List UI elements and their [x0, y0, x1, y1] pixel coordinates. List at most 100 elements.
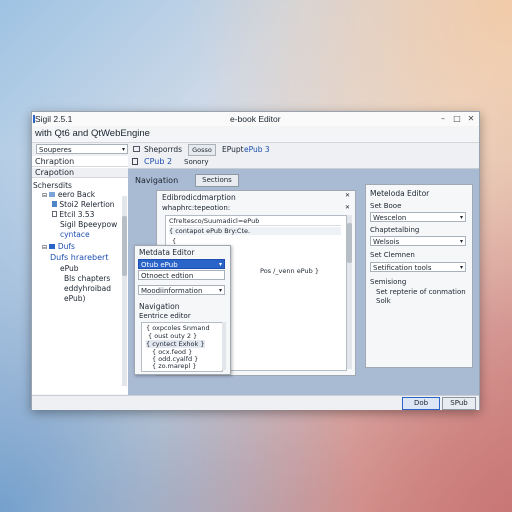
- tree-item-label: cyntace: [60, 230, 90, 239]
- chevron-down-icon: ▾: [218, 287, 222, 294]
- tree-item[interactable]: ePub: [60, 264, 79, 273]
- navigation-label: Navigation: [135, 176, 179, 185]
- window-subtitle-center: e-book Editor: [230, 114, 281, 124]
- tree-scrollbar[interactable]: [122, 196, 127, 386]
- file-icon: [52, 201, 57, 207]
- status-bar: Dob SPub: [32, 395, 479, 410]
- pane-header-2[interactable]: Crapotion: [32, 168, 128, 178]
- title-bar: Sigil 2.5.1 e-book Editor – □ ✕: [32, 112, 479, 126]
- popup-title: Metdata Editor: [139, 248, 195, 257]
- grid-icon: [133, 146, 140, 152]
- close-icon[interactable]: ✕: [345, 204, 350, 211]
- tree-item-label: ePub): [64, 294, 86, 303]
- tree-item-label: ePub: [60, 264, 79, 273]
- field-label: Semisiong: [370, 278, 407, 286]
- collapse-icon: ⊟: [42, 192, 48, 199]
- popup-combo-1[interactable]: Otub ePub ▾: [138, 259, 225, 269]
- popup-combo-2[interactable]: Otnoect edtion: [138, 270, 225, 280]
- popup-nav-sub: Eentrice editor: [139, 312, 191, 320]
- scrollbar-thumb[interactable]: [347, 223, 352, 263]
- toolbar-button[interactable]: Gosso: [188, 144, 216, 156]
- popup-combo-3-value: Moodiinformation: [141, 287, 203, 295]
- tree-item[interactable]: ePub): [64, 294, 85, 303]
- tree-item-label: Stoi2 Relertion: [59, 200, 115, 209]
- tree-item[interactable]: Bls chapters: [64, 274, 110, 283]
- right-combo-2-value: Welsois: [373, 238, 400, 246]
- sections-button[interactable]: Sections: [195, 174, 239, 187]
- panel-title: Edibrodicdmarption: [162, 193, 236, 202]
- tree-item-label: Dufs: [57, 242, 75, 251]
- tree-item[interactable]: eddyhroibad: [64, 284, 111, 293]
- close-icon[interactable]: ✕: [345, 192, 350, 199]
- pane-header-1: Chraption: [32, 157, 128, 167]
- tree-item[interactable]: Dufs hrarebert: [50, 253, 108, 262]
- chevron-down-icon: ▾: [459, 264, 463, 271]
- document-icon: [132, 158, 138, 165]
- code-line: { cyntect Exhok }: [146, 340, 205, 348]
- tree-item[interactable]: Etcil 3.53: [52, 210, 94, 219]
- popup-scrollbar[interactable]: [222, 322, 226, 370]
- popup-combo-3[interactable]: Moodiinformation ▾: [138, 285, 225, 295]
- code-line: {: [172, 237, 177, 245]
- tree-header: Schersdits: [33, 181, 72, 190]
- tree-item[interactable]: cyntace: [60, 230, 90, 239]
- code-line: { oxpcoles Snmand: [146, 324, 210, 332]
- code-line: Cfreltesco/Suumadicl=ePub: [169, 217, 341, 226]
- description-text: Solk: [376, 297, 391, 305]
- maximize-button[interactable]: □: [450, 112, 464, 126]
- close-button[interactable]: ✕: [464, 112, 478, 126]
- tree-item-label: Dufs hrarebert: [50, 253, 109, 262]
- tree-item-label: eero Back: [57, 190, 96, 199]
- code-line: Pos /_venn ePub }: [260, 267, 319, 275]
- toolbar: Souperes ▾ Sheporrds Gosso EPupt ePub 3: [32, 142, 479, 157]
- field-label: Chaptetalbing: [370, 226, 420, 234]
- dob-button[interactable]: Dob: [402, 397, 440, 410]
- code-line: { contapot ePub Bry:Cte.: [169, 227, 341, 235]
- toolbar-label-3[interactable]: ePub 3: [244, 145, 270, 154]
- description-text: Set repterie of conmation: [376, 288, 466, 296]
- metadata-popup: Metdata Editor Otub ePub ▾ Otnoect edtio…: [134, 245, 231, 375]
- right-combo-2[interactable]: Welsois ▾: [370, 236, 466, 246]
- right-combo-1-value: Wescelon: [373, 214, 407, 222]
- popup-nav-title: Navigation: [139, 302, 180, 311]
- tab-sonory[interactable]: Sonory: [184, 158, 208, 166]
- toolbar-label-2[interactable]: EPupt: [222, 145, 244, 154]
- tab-cpub2[interactable]: CPub 2: [144, 157, 172, 166]
- editor-scrollbar[interactable]: [347, 215, 352, 369]
- tree-item-label: Bls chapters: [64, 274, 111, 283]
- scrollbar-thumb[interactable]: [122, 216, 127, 276]
- tree-item-label: eddyhroibad: [64, 284, 112, 293]
- chevron-down-icon: ▾: [218, 261, 222, 268]
- window-title: Sigil 2.5.1: [35, 114, 73, 124]
- folder-icon: [49, 244, 56, 249]
- toolbar-label-1[interactable]: Sheporrds: [144, 145, 182, 154]
- popup-combo-1-value: Otub ePub: [141, 261, 178, 269]
- tree-item[interactable]: ⊟ eero Back: [42, 190, 95, 200]
- code-line: { zo.marepl }: [152, 362, 197, 370]
- chevron-down-icon: ▾: [459, 214, 463, 221]
- source-combo[interactable]: Souperes ▾: [36, 144, 128, 154]
- right-combo-3[interactable]: Setification tools ▾: [370, 262, 466, 272]
- folder-icon: [49, 192, 56, 197]
- minimize-button[interactable]: –: [436, 112, 450, 126]
- panel-title: Meteloda Editor: [370, 189, 430, 198]
- metadata-editor-panel: Meteloda Editor Set Booe Wescelon ▾ Chap…: [365, 184, 473, 368]
- panel-subtitle: whaphrc:tepeotion:: [162, 204, 231, 212]
- spub-button[interactable]: SPub: [442, 397, 476, 410]
- field-label: Set Booe: [370, 202, 402, 210]
- popup-code-box[interactable]: { oxpcoles Snmand { oust outy 2 } { cynt…: [141, 322, 223, 372]
- chevron-down-icon: ▾: [121, 146, 125, 153]
- tree-item-label: Etcil 3.53: [59, 210, 95, 219]
- collapse-icon: ⊟: [42, 244, 48, 251]
- tree-item[interactable]: Stoi2 Relertion: [52, 200, 115, 209]
- tree-item[interactable]: ⊟ Dufs: [42, 242, 75, 252]
- tree-item-label: Sigil Bpeeypow: [60, 220, 118, 229]
- right-combo-3-value: Setification tools: [373, 264, 432, 272]
- app-subtitle: with Qt6 and QtWebEngine: [35, 128, 150, 139]
- right-combo-1[interactable]: Wescelon ▾: [370, 212, 466, 222]
- tree-item[interactable]: Sigil Bpeeypow: [60, 220, 117, 229]
- sigil-window: Sigil 2.5.1 e-book Editor – □ ✕ with Qt6…: [31, 111, 480, 410]
- popup-combo-2-value: Otnoect edtion: [141, 272, 194, 280]
- book-browser-pane: Chraption Crapotion Schersdits ⊟ eero Ba…: [32, 156, 129, 394]
- field-label: Set Clemnen: [370, 251, 415, 259]
